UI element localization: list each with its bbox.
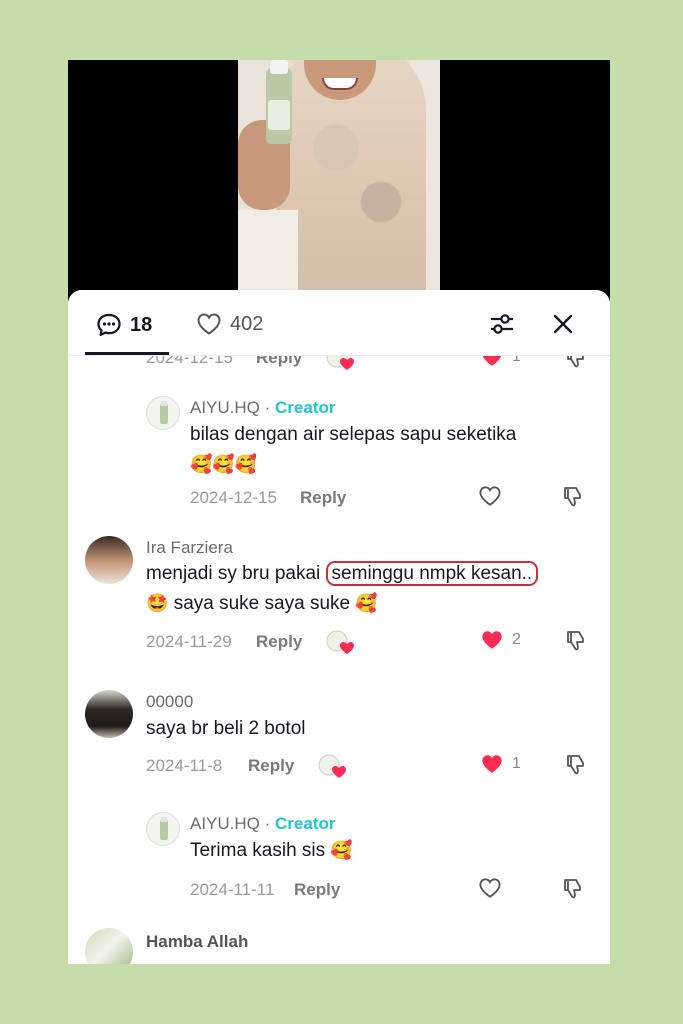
creator-liked-icon [318,754,346,778]
video-player[interactable] [68,60,610,300]
comment-count: 18 [130,313,153,336]
heart-filled-icon [482,631,502,649]
sliders-icon[interactable] [488,310,516,338]
creator-badge: Creator [275,398,336,417]
reply-button[interactable]: Reply [300,488,346,508]
creator-badge: Creator [275,814,336,833]
comments-sheet: 18 402 2024-12-15 Reply 1 AIYU.HQ · Crea… [68,290,610,964]
reply-button[interactable]: Reply [294,880,340,900]
comment-text: saya br beli 2 botol [146,718,306,739]
heart-outline-icon[interactable] [478,877,502,899]
close-icon[interactable] [549,310,577,338]
comment-username: Hamba Allah [146,932,249,951]
thumbs-down-icon[interactable] [564,753,588,777]
thumbs-down-icon[interactable] [561,877,585,901]
creator-liked-icon [326,630,354,654]
heart-filled-icon [482,755,502,773]
brand-logo-icon [160,401,168,424]
avatar[interactable] [85,690,133,738]
active-tab-indicator [85,352,169,355]
like-count: 1 [512,755,521,772]
avatar[interactable] [85,536,133,584]
avatar[interactable] [146,812,180,846]
tab-likes[interactable]: 402 [196,312,263,336]
thumbs-down-icon[interactable] [564,629,588,653]
thumbs-down-icon[interactable] [561,485,585,509]
like-button[interactable]: 2 [480,629,521,651]
highlighted-text: seminggu nmpk kesan.. [325,561,539,586]
comments-header: 18 402 [68,290,610,356]
comment-username: AIYU.HQ · Creator [190,398,336,417]
like-count: 402 [230,312,264,335]
brand-logo-icon [160,817,168,840]
comment-list[interactable]: 2024-12-15 Reply 1 AIYU.HQ · Creator bil… [68,346,610,964]
video-frame-image [238,60,440,300]
heart-outline-icon [197,313,221,335]
tab-comments[interactable]: 18 [96,312,152,338]
avatar[interactable] [146,396,180,430]
comment-date: 2024-12-15 [190,488,277,507]
phone-screen: 18 402 2024-12-15 Reply 1 AIYU.HQ · Crea… [68,60,610,964]
reply-button[interactable]: Reply [248,756,294,776]
heart-outline-icon[interactable] [478,485,502,507]
avatar[interactable] [85,928,133,964]
comment-username: Ira Farziera [146,538,233,557]
like-button[interactable]: 1 [480,753,521,775]
comment-text: Terima kasih sis 🥰 [190,840,353,861]
comment-text: menjadi sy bru pakai seminggu nmpk kesan… [146,559,596,619]
comment-date: 2024-11-29 [146,632,232,651]
comment-username: 00000 [146,692,194,711]
comment-username: AIYU.HQ · Creator [190,814,336,833]
comment-bubble-icon [97,313,121,337]
comment-date: 2024-11-8 [146,756,223,775]
comment-date: 2024-11-11 [190,880,275,899]
comment-text: bilas dengan air selepas sapu seketika 🥰🥰… [190,424,517,475]
like-count: 2 [512,631,521,648]
reply-button[interactable]: Reply [256,632,302,652]
